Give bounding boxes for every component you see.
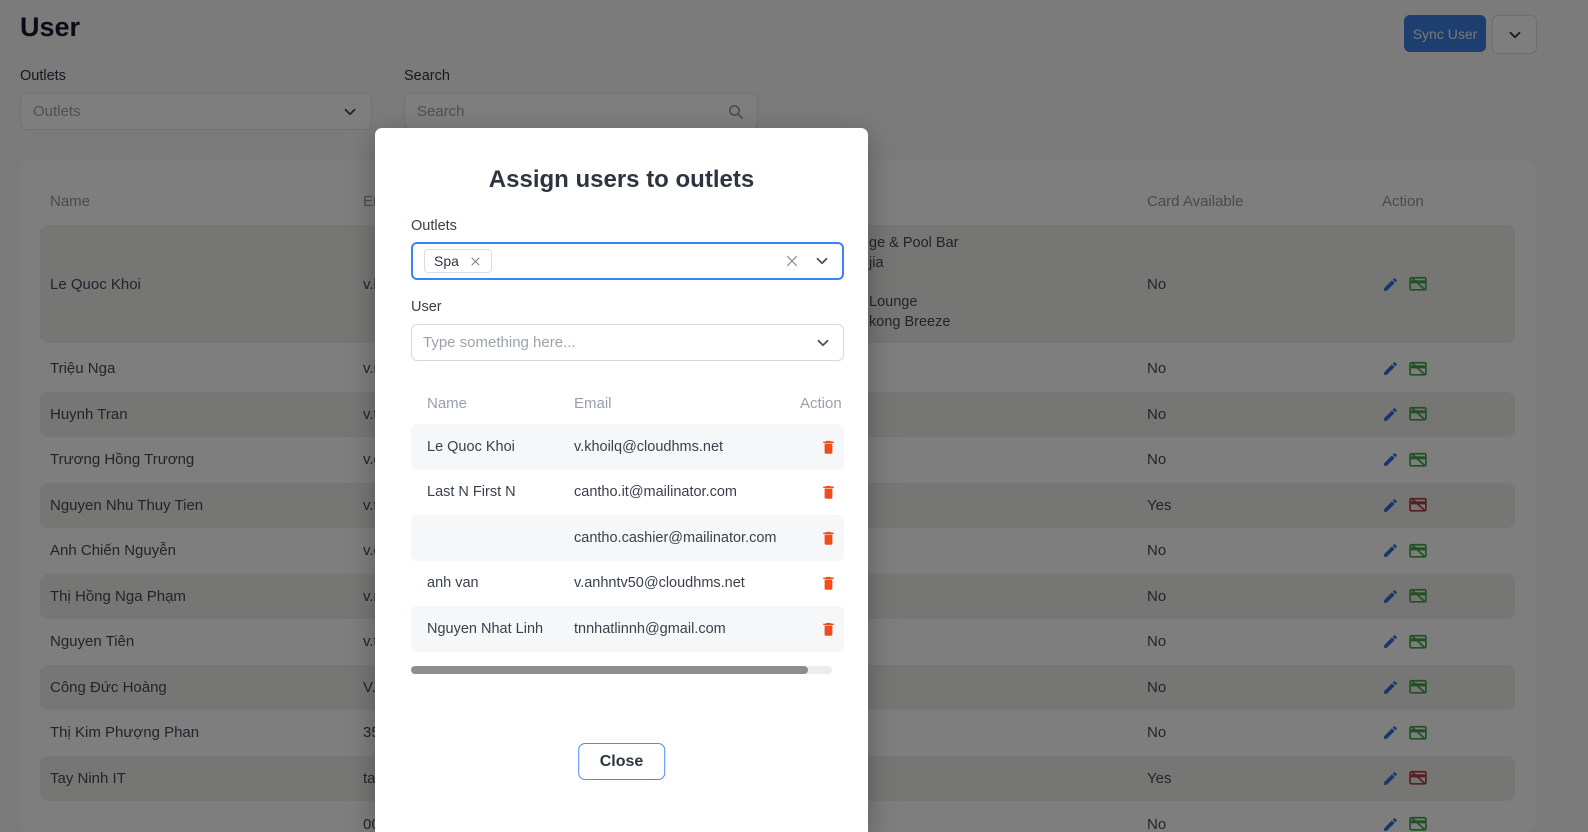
column-header-name: Name	[427, 384, 467, 424]
assigned-user-row: anh van v.anhntv50@cloudhms.net	[411, 561, 844, 607]
clear-select-icon[interactable]	[784, 253, 800, 269]
delete-icon[interactable]	[820, 529, 837, 547]
user-select-placeholder: Type something here...	[423, 334, 814, 351]
modal-user-label: User	[411, 299, 442, 315]
chevron-down-icon	[814, 334, 832, 352]
app-window: User Sync User Outlets Outlets Search Se…	[0, 0, 1588, 832]
selected-outlet-chip: Spa	[424, 249, 492, 273]
column-header-action: Action	[800, 384, 842, 424]
scrollbar-thumb[interactable]	[411, 666, 808, 674]
delete-icon[interactable]	[820, 438, 837, 456]
modal-outlets-multiselect[interactable]: Spa	[411, 242, 844, 280]
remove-outlet-icon[interactable]	[469, 255, 482, 268]
modal-user-select[interactable]: Type something here...	[411, 324, 844, 361]
assigned-user-name: Last N First N	[427, 470, 516, 516]
close-button[interactable]: Close	[578, 743, 666, 780]
assigned-user-name: Le Quoc Khoi	[427, 424, 515, 470]
chevron-down-icon	[813, 252, 831, 270]
horizontal-scrollbar[interactable]	[411, 666, 832, 674]
assigned-user-row: cantho.cashier@mailinator.com	[411, 515, 844, 561]
assigned-user-email: v.khoilq@cloudhms.net	[574, 424, 723, 470]
selected-outlet-label: Spa	[434, 253, 459, 269]
assigned-user-email: tnnhatlinnh@gmail.com	[574, 606, 726, 652]
assigned-user-email: v.anhntv50@cloudhms.net	[574, 561, 745, 607]
modal-title: Assign users to outlets	[375, 166, 868, 194]
assigned-user-row: Last N First N cantho.it@mailinator.com	[411, 470, 844, 516]
assigned-user-email: cantho.it@mailinator.com	[574, 470, 737, 516]
delete-icon[interactable]	[820, 574, 837, 592]
delete-icon[interactable]	[820, 620, 837, 638]
delete-icon[interactable]	[820, 483, 837, 501]
assigned-user-email: cantho.cashier@mailinator.com	[574, 515, 777, 561]
assigned-users-table: Name Email Action Le Quoc Khoi v.khoilq@…	[411, 384, 844, 656]
assigned-user-name: Nguyen Nhat Linh	[427, 606, 543, 652]
column-header-email: Email	[574, 384, 612, 424]
assign-users-modal: Assign users to outlets Outlets Spa User…	[375, 128, 868, 832]
assigned-user-name: anh van	[427, 561, 479, 607]
modal-outlets-label: Outlets	[411, 218, 457, 234]
assigned-user-row: Le Quoc Khoi v.khoilq@cloudhms.net	[411, 424, 844, 470]
assigned-user-row: Nguyen Nhat Linh tnnhatlinnh@gmail.com	[411, 606, 844, 652]
